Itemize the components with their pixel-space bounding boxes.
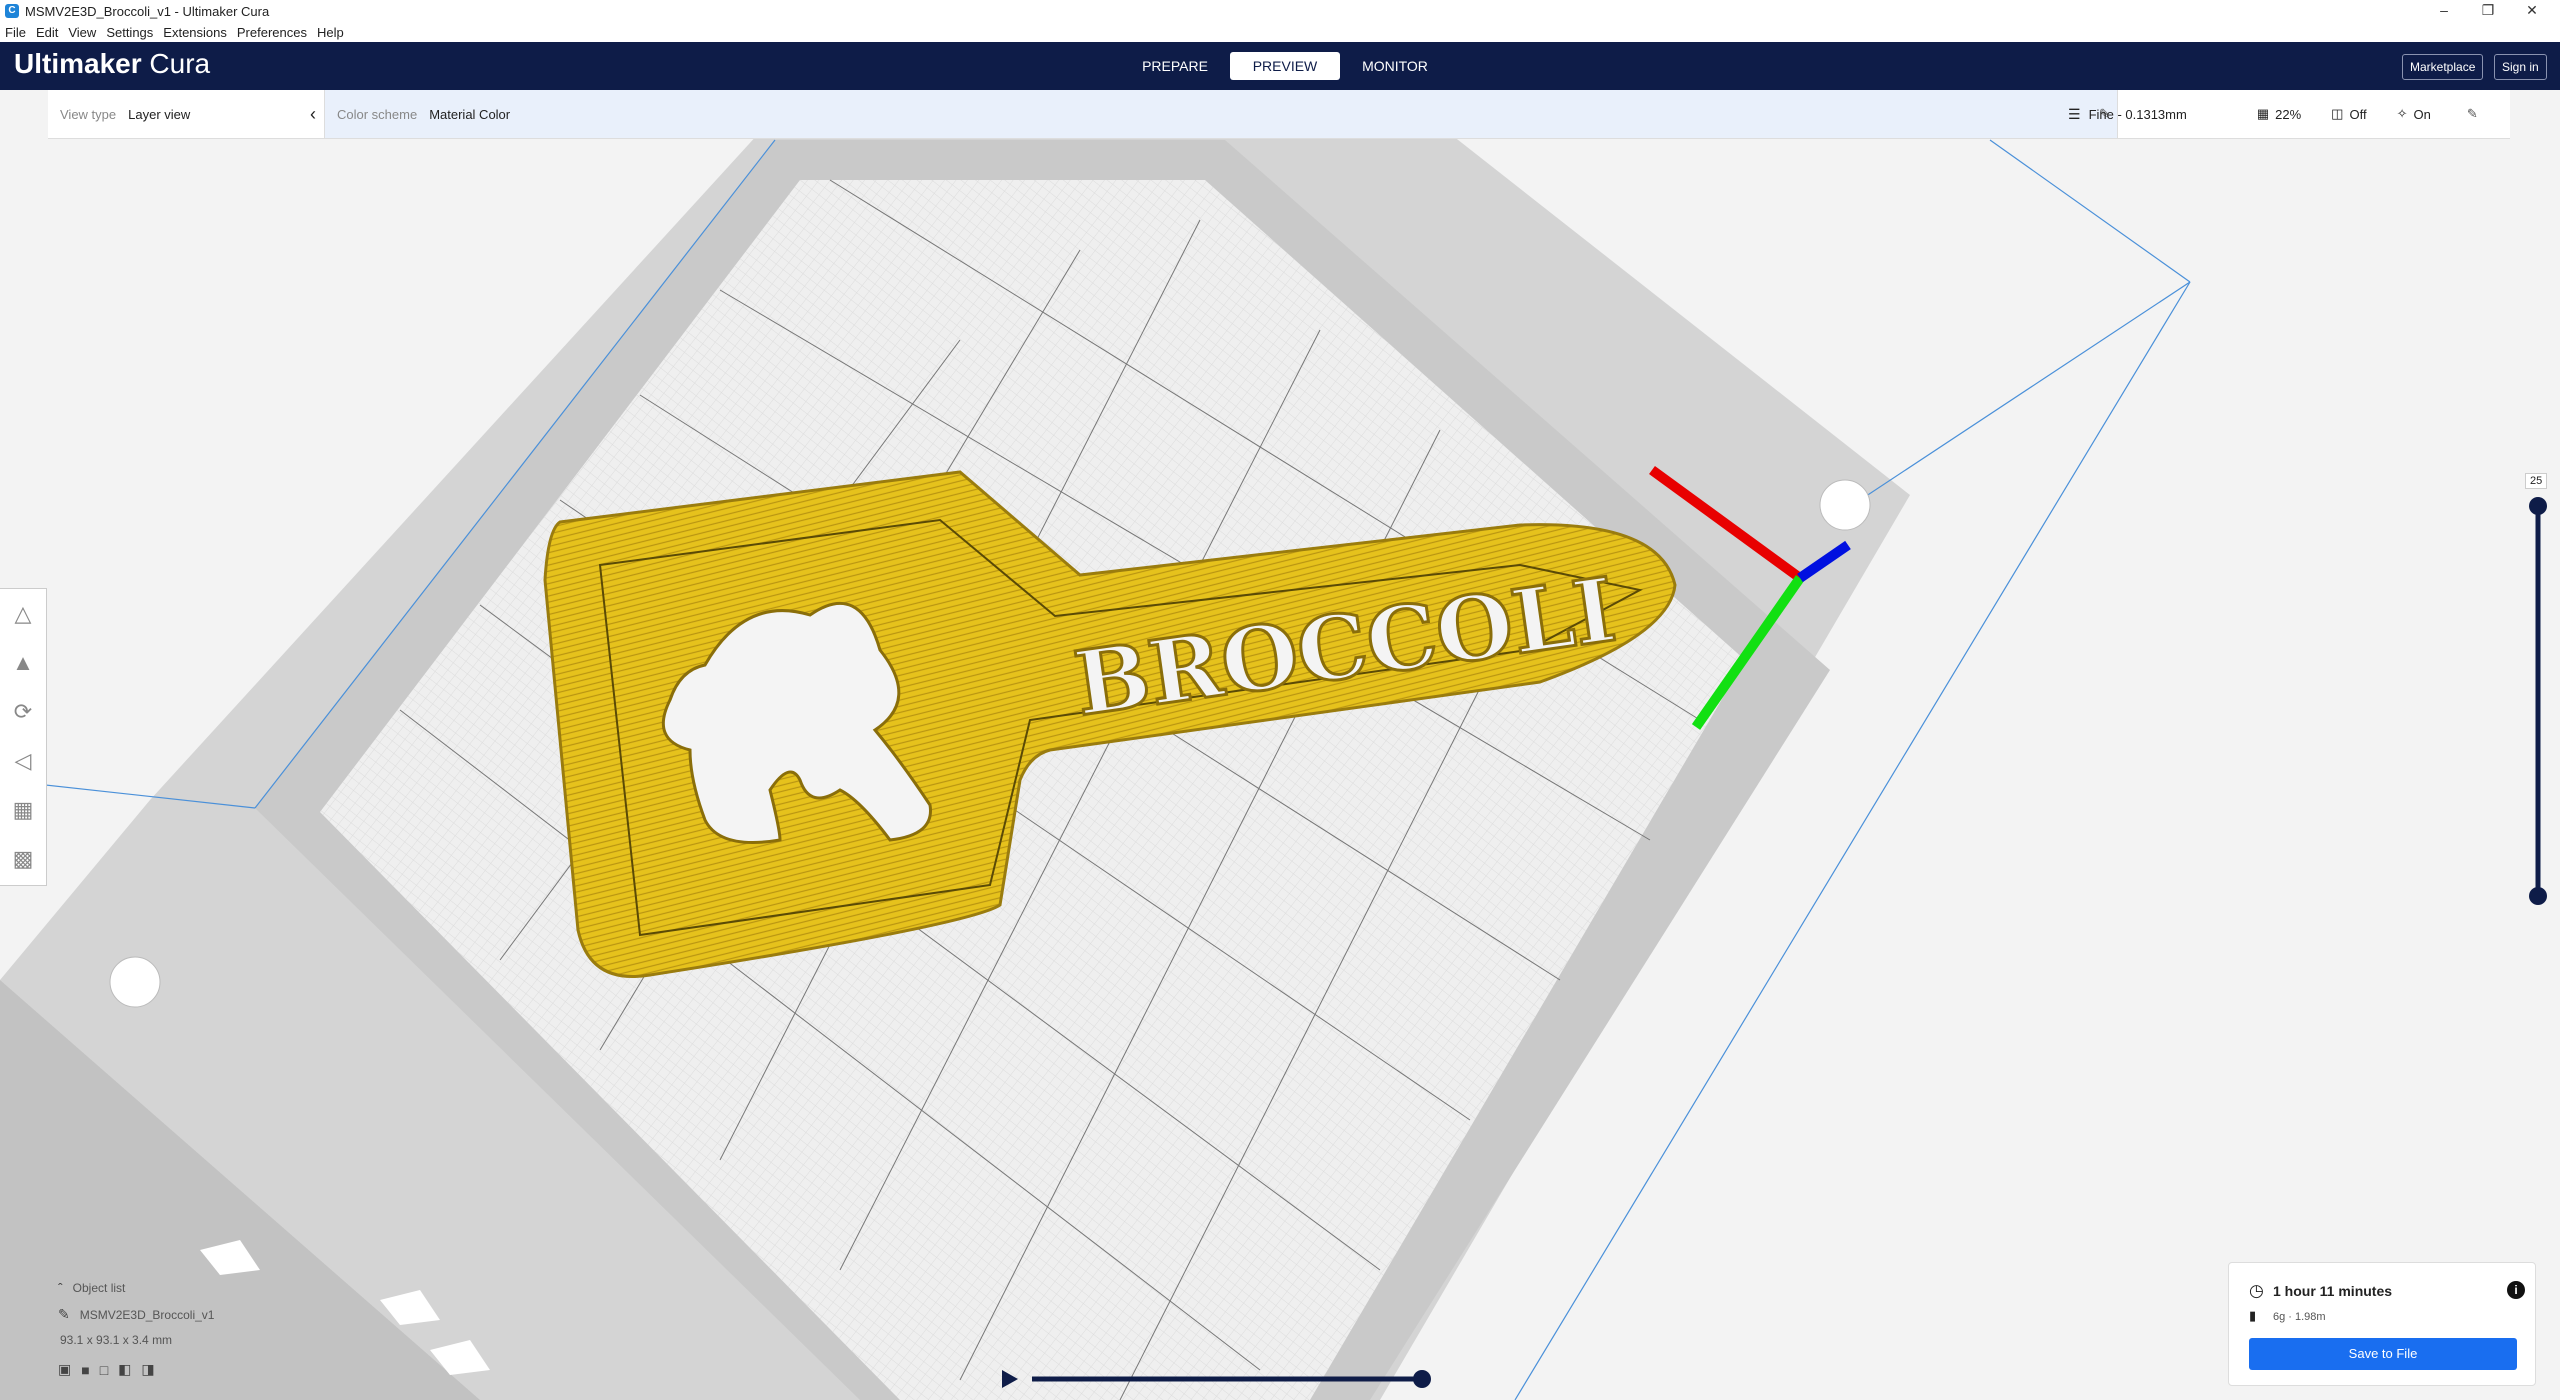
frame-screw-hole-left <box>109 956 161 1008</box>
view-right-icon[interactable]: ◨ <box>141 1361 154 1378</box>
support-blocker-icon[interactable]: ▩ <box>0 834 46 883</box>
support-value: Off <box>2349 106 2367 122</box>
view-type-value: Layer view <box>128 106 191 122</box>
per-model-settings-icon[interactable]: ▦ <box>0 785 46 834</box>
infill-value: 22% <box>2275 106 2302 122</box>
minimize-icon[interactable]: – <box>2424 0 2464 22</box>
frame-screw-hole-right <box>1819 479 1871 531</box>
info-icon[interactable]: i <box>2507 1281 2525 1299</box>
signin-button[interactable]: Sign in <box>2494 54 2547 80</box>
simulation-slider[interactable] <box>996 1364 1440 1394</box>
object-dimensions: 93.1 x 93.1 x 3.4 mm <box>60 1333 173 1347</box>
collapse-chevron-icon[interactable]: ‹ <box>310 104 316 125</box>
clock-icon: ◷ <box>2249 1281 2264 1300</box>
adhesion-icon: ✧ <box>2396 106 2408 121</box>
view-settings-bar: View type Layer view ‹ Color scheme Mate… <box>48 90 2510 139</box>
profile-label: Fine - 0.1313mm <box>2088 106 2187 122</box>
material-usage: 6g · 1.98m <box>2273 1311 2326 1323</box>
view-type-selector[interactable]: View type Layer view ‹ <box>60 90 320 138</box>
rotate-tool-icon[interactable]: ⟳ <box>0 687 46 736</box>
menu-preferences[interactable]: Preferences <box>237 25 307 40</box>
view-front-icon[interactable]: ■ <box>81 1362 89 1378</box>
stage-tabs: PREPARE PREVIEW MONITOR <box>1120 52 1450 80</box>
object-name: MSMV2E3D_Broccoli_v1 <box>79 1307 215 1322</box>
move-tool-icon[interactable]: △ <box>0 589 46 638</box>
object-list-title: Object list <box>72 1281 126 1295</box>
print-settings-summary[interactable]: ☰ Fine - 0.1313mm ▦ 22% ◫ Off ✧ On ✎ <box>2068 90 2510 138</box>
layer-slider[interactable] <box>2526 470 2550 910</box>
infill-icon: ▦ <box>2256 106 2270 121</box>
object-list-panel: ˆ Object list ✎ MSMV2E3D_Broccoli_v1 93.… <box>58 1280 258 1388</box>
view-3d-icon[interactable]: ▣ <box>58 1361 71 1378</box>
layer-slider-top-handle[interactable] <box>2529 497 2547 515</box>
cura-app-icon: C <box>5 4 19 18</box>
menu-bar: File Edit View Settings Extensions Prefe… <box>0 22 2560 42</box>
pencil-icon: ✎ <box>58 1306 70 1322</box>
settings-edit-icon[interactable]: ✎ <box>2467 106 2478 122</box>
menu-view[interactable]: View <box>68 25 96 40</box>
restore-icon[interactable]: ❐ <box>2468 0 2508 22</box>
tab-preview[interactable]: PREVIEW <box>1230 52 1340 80</box>
chevron-up-icon: ˆ <box>58 1280 63 1296</box>
simulation-slider-handle[interactable] <box>1413 1370 1431 1388</box>
scale-tool-icon[interactable]: ▲ <box>0 638 46 687</box>
mirror-tool-icon[interactable]: ◁ <box>0 736 46 785</box>
object-name-row[interactable]: ✎ MSMV2E3D_Broccoli_v1 <box>58 1306 258 1323</box>
view-type-label: View type <box>60 106 117 122</box>
left-toolbar: △ ▲ ⟳ ◁ ▦ ▩ <box>0 588 47 886</box>
print-time: 1 hour 11 minutes <box>2273 1283 2393 1299</box>
material-icon: ▮ <box>2249 1308 2257 1323</box>
object-list-toggle[interactable]: ˆ Object list <box>58 1280 258 1296</box>
menu-file[interactable]: File <box>5 25 26 40</box>
menu-extensions[interactable]: Extensions <box>163 25 227 40</box>
menu-settings[interactable]: Settings <box>106 25 153 40</box>
view-top-icon[interactable]: □ <box>100 1362 108 1378</box>
view-left-icon[interactable]: ◧ <box>118 1361 131 1378</box>
print-action-panel: ◷ 1 hour 11 minutes i ▮ 6g · 1.98m Save … <box>2228 1262 2536 1386</box>
window-title: MSMV2E3D_Broccoli_v1 - Ultimaker Cura <box>25 3 270 19</box>
layer-slider-bottom-handle[interactable] <box>2529 887 2547 905</box>
profile-icon: ☰ <box>2068 105 2081 122</box>
save-to-file-button[interactable]: Save to File <box>2249 1338 2517 1370</box>
brand-light: Cura <box>141 48 211 79</box>
marketplace-button[interactable]: Marketplace <box>2402 54 2484 80</box>
brand-bold: Ultimaker <box>14 48 142 79</box>
tab-monitor[interactable]: MONITOR <box>1340 52 1450 80</box>
tab-prepare[interactable]: PREPARE <box>1120 52 1230 80</box>
color-scheme-selector[interactable]: Color scheme Material Color ✎ <box>324 90 2118 138</box>
menu-edit[interactable]: Edit <box>36 25 58 40</box>
adhesion-value: On <box>2413 106 2431 122</box>
build-plate-viewport[interactable]: BROCCOLI <box>0 90 2560 1400</box>
close-icon[interactable]: ✕ <box>2512 0 2552 22</box>
support-icon: ◫ <box>2331 106 2344 121</box>
app-header: Ultimaker Cura PREPARE PREVIEW MONITOR M… <box>0 42 2560 90</box>
brand-logo: Ultimaker Cura <box>14 48 210 80</box>
menu-help[interactable]: Help <box>317 25 344 40</box>
color-scheme-label: Color scheme <box>337 106 418 122</box>
color-scheme-value: Material Color <box>429 106 511 122</box>
camera-view-buttons: ▣ ■ □ ◧ ◨ <box>58 1361 258 1378</box>
window-titlebar: C MSMV2E3D_Broccoli_v1 - Ultimaker Cura … <box>0 0 2560 22</box>
play-icon[interactable] <box>1002 1370 1018 1388</box>
